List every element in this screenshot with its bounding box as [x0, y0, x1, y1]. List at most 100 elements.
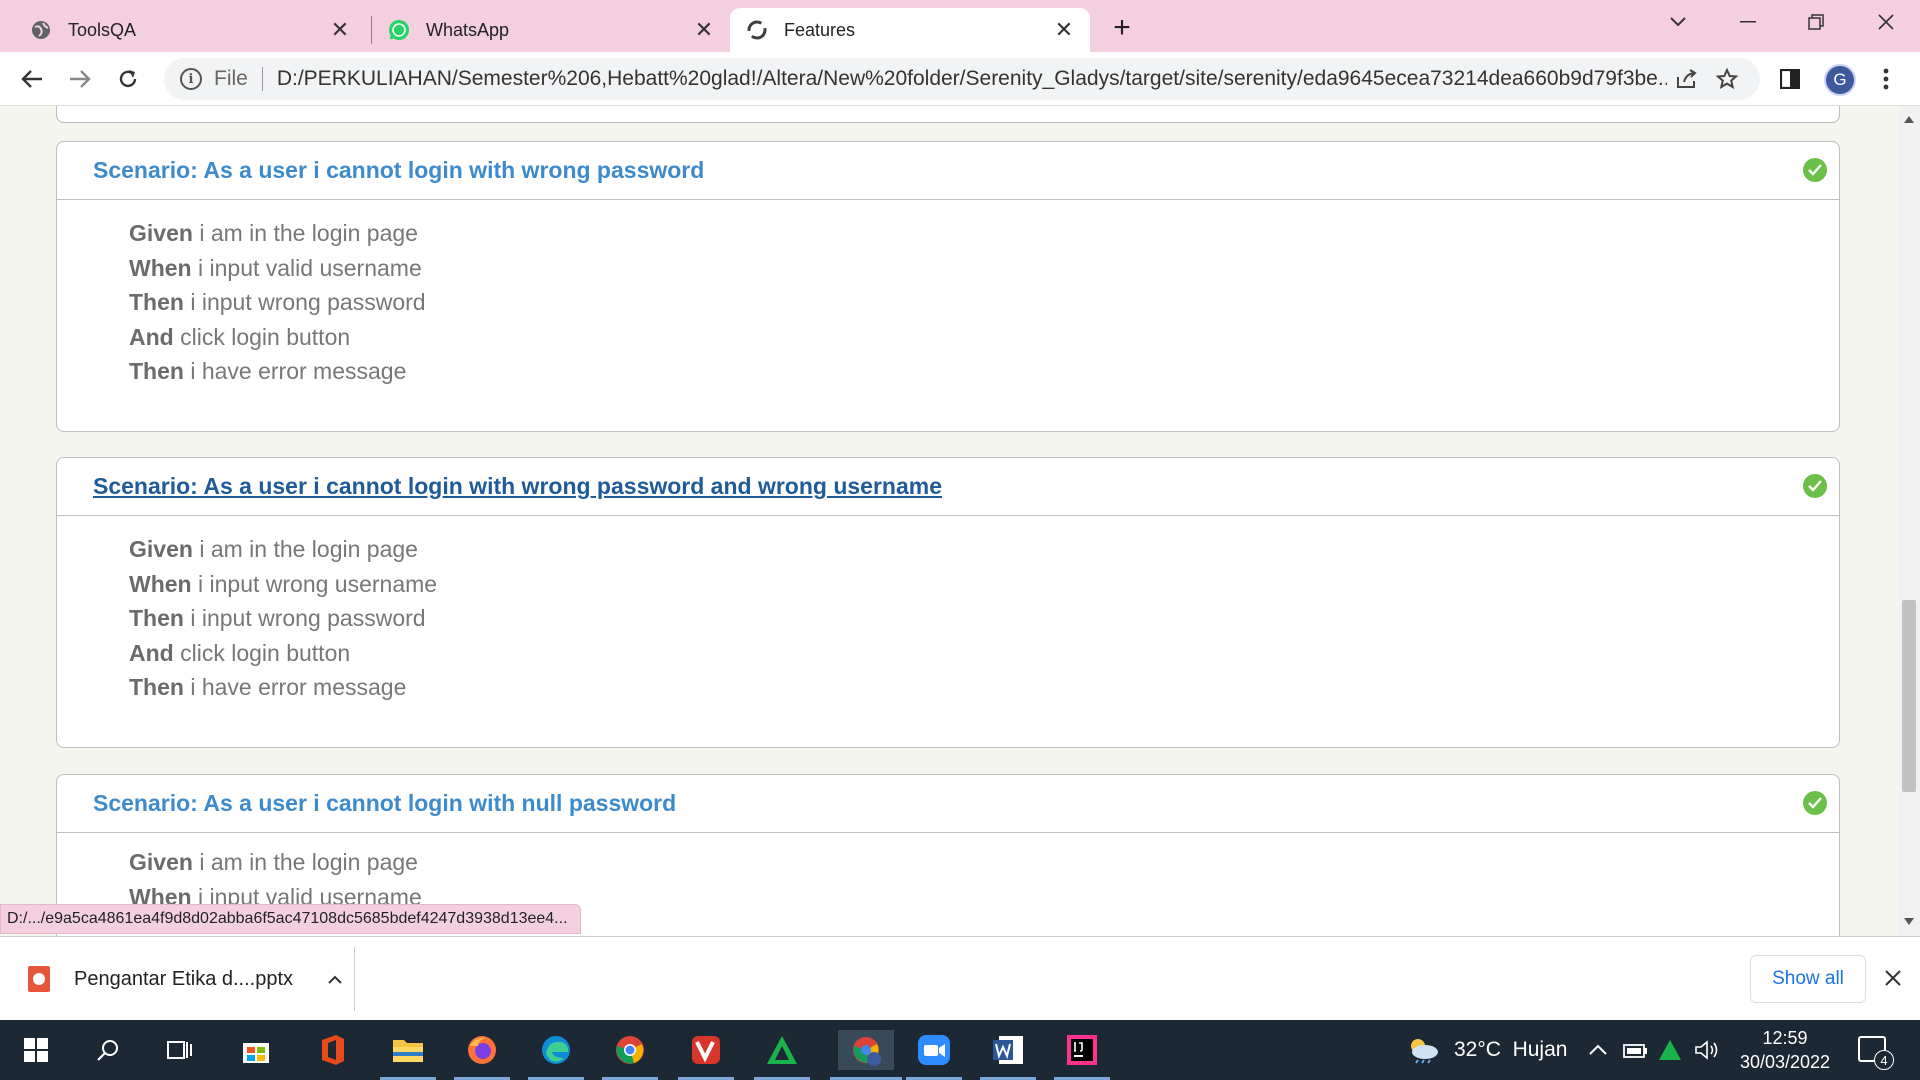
volume-icon[interactable] [1694, 1020, 1720, 1080]
close-icon[interactable]: ✕ [326, 16, 354, 44]
close-icon[interactable]: ✕ [1050, 16, 1078, 44]
battery-icon[interactable] [1622, 1020, 1648, 1080]
step: And click login button [129, 323, 351, 350]
profile-avatar[interactable]: G [1824, 64, 1856, 96]
step: Then i have error message [129, 674, 407, 700]
chrome-profile-icon[interactable] [830, 1030, 902, 1080]
scenario-header: Scenario: As a user i cannot login with … [57, 458, 1839, 516]
scenario-header: Scenario: As a user i cannot login with … [57, 142, 1839, 200]
divider [354, 947, 355, 1011]
url-text[interactable]: D:/PERKULIAHAN/Semester%206,Hebatt%20gla… [277, 67, 1667, 91]
share-icon[interactable] [1667, 61, 1707, 97]
vivaldi-icon[interactable] [678, 1030, 734, 1080]
download-bar: Pengantar Etika d....pptx Show all [0, 936, 1920, 1020]
site-info-icon[interactable]: i [180, 68, 202, 90]
close-icon[interactable]: ✕ [690, 16, 718, 44]
search-icon[interactable] [88, 1030, 128, 1070]
green-triangle-app-icon[interactable] [754, 1030, 810, 1080]
step: When i input wrong username [129, 570, 438, 597]
report-content: Scenario: As a user i cannot login with … [0, 106, 1898, 936]
passed-check-icon [1803, 158, 1827, 182]
address-bar[interactable]: i File D:/PERKULIAHAN/Semester%206,Hebat… [164, 58, 1760, 100]
scroll-down-arrow-icon[interactable] [1904, 918, 1914, 925]
step: Then i input wrong password [129, 605, 426, 631]
microsoft-store-icon[interactable] [236, 1030, 276, 1070]
bookmark-star-icon[interactable] [1707, 61, 1747, 97]
close-window-button[interactable] [1858, 0, 1914, 44]
zoom-icon[interactable] [906, 1030, 962, 1080]
intellij-icon[interactable] [1054, 1030, 1110, 1080]
reload-icon[interactable] [110, 61, 146, 97]
tray-overflow-icon[interactable] [1588, 1020, 1608, 1080]
tab-whatsapp[interactable]: WhatsApp ✕ [372, 8, 730, 52]
tab-title: Features [784, 19, 856, 40]
passed-check-icon [1803, 791, 1827, 815]
link-status-bubble: D:/.../e9a5ca4861ea4f9d8d02abba6f5ac4710… [0, 904, 581, 934]
windows-start-icon[interactable] [16, 1030, 56, 1070]
download-item[interactable]: Pengantar Etika d....pptx [28, 955, 343, 1003]
file-explorer-icon[interactable] [380, 1030, 436, 1080]
tab-features[interactable]: Features ✕ [730, 8, 1090, 52]
step: Given i am in the login page [129, 849, 418, 875]
green-tray-app-icon[interactable] [1658, 1020, 1682, 1080]
weather-widget[interactable]: 32°C Hujan [1406, 1020, 1567, 1080]
loading-icon [746, 19, 768, 41]
step: Then i have error message [129, 358, 407, 384]
scenario-steps: Given i am in the login page When i inpu… [57, 516, 1839, 705]
scenario-steps: Given i am in the login page When i inpu… [57, 833, 1839, 914]
side-panel-icon[interactable] [1772, 61, 1808, 97]
step: Given i am in the login page [129, 536, 418, 562]
step: When i input valid username [129, 254, 422, 281]
restore-button[interactable] [1788, 0, 1844, 44]
scrollbar-thumb[interactable] [1902, 600, 1916, 792]
scenario-card: Scenario: As a user i cannot login with … [56, 141, 1840, 432]
weather-text: 32°C Hujan [1454, 1038, 1568, 1061]
menu-icon[interactable] [1868, 61, 1904, 97]
step: Given i am in the login page [129, 220, 418, 246]
scenario-title-link[interactable]: Scenario: As a user i cannot login with … [93, 473, 942, 500]
minimize-button[interactable] [1720, 0, 1776, 44]
scroll-up-arrow-icon[interactable] [1904, 116, 1914, 123]
notification-count-badge: 4 [1874, 1050, 1894, 1070]
passed-check-icon [1803, 474, 1827, 498]
forward-icon[interactable] [62, 61, 98, 97]
browser-toolbar: i File D:/PERKULIAHAN/Semester%206,Hebat… [0, 52, 1920, 106]
chrome-icon[interactable] [602, 1030, 658, 1080]
download-file-name: Pengantar Etika d....pptx [74, 967, 294, 990]
edge-icon[interactable] [528, 1030, 584, 1080]
tab-strip: ToolsQA ✕ WhatsApp ✕ Features ✕ + [0, 0, 1920, 52]
scenario-steps: Given i am in the login page When i inpu… [57, 200, 1839, 389]
tab-title: WhatsApp [426, 19, 510, 40]
divider [261, 67, 263, 91]
taskbar-clock[interactable]: 12:59 30/03/2022 [1732, 1026, 1838, 1074]
page-scrollbar[interactable] [1898, 106, 1920, 936]
step: And click login button [129, 639, 351, 666]
rain-cloud-icon [1411, 1039, 1438, 1064]
scenario-title-link[interactable]: Scenario: As a user i cannot login with … [93, 790, 676, 817]
notification-center-icon[interactable]: 4 [1858, 1036, 1894, 1070]
windows-taskbar: 32°C Hujan 12:59 30/03/2022 4 [0, 1020, 1920, 1080]
chevron-up-icon[interactable] [327, 969, 343, 990]
previous-scenario-card [56, 106, 1840, 123]
step: Then i input wrong password [129, 289, 426, 315]
url-scheme: File [214, 67, 248, 90]
tab-search-icon[interactable] [1650, 0, 1706, 44]
clock-time: 12:59 [1762, 1028, 1808, 1048]
scenario-card: Scenario: As a user i cannot login with … [56, 457, 1840, 748]
clock-date: 30/03/2022 [1739, 1052, 1831, 1072]
tab-toolsqa[interactable]: ToolsQA ✕ [0, 8, 366, 52]
close-download-bar-icon[interactable] [1878, 963, 1908, 993]
powerpoint-file-icon [28, 966, 50, 992]
back-icon[interactable] [14, 61, 50, 97]
show-all-button[interactable]: Show all [1750, 955, 1866, 1003]
globe-icon [30, 19, 52, 41]
word-icon[interactable] [980, 1030, 1036, 1080]
office-icon[interactable] [312, 1030, 352, 1070]
task-view-icon[interactable] [160, 1030, 200, 1070]
tab-title: ToolsQA [68, 19, 137, 40]
new-tab-button[interactable]: + [1104, 10, 1140, 46]
whatsapp-icon [388, 19, 410, 41]
firefox-icon[interactable] [454, 1030, 510, 1080]
scenario-title-link[interactable]: Scenario: As a user i cannot login with … [93, 157, 704, 184]
scenario-header: Scenario: As a user i cannot login with … [57, 775, 1839, 833]
